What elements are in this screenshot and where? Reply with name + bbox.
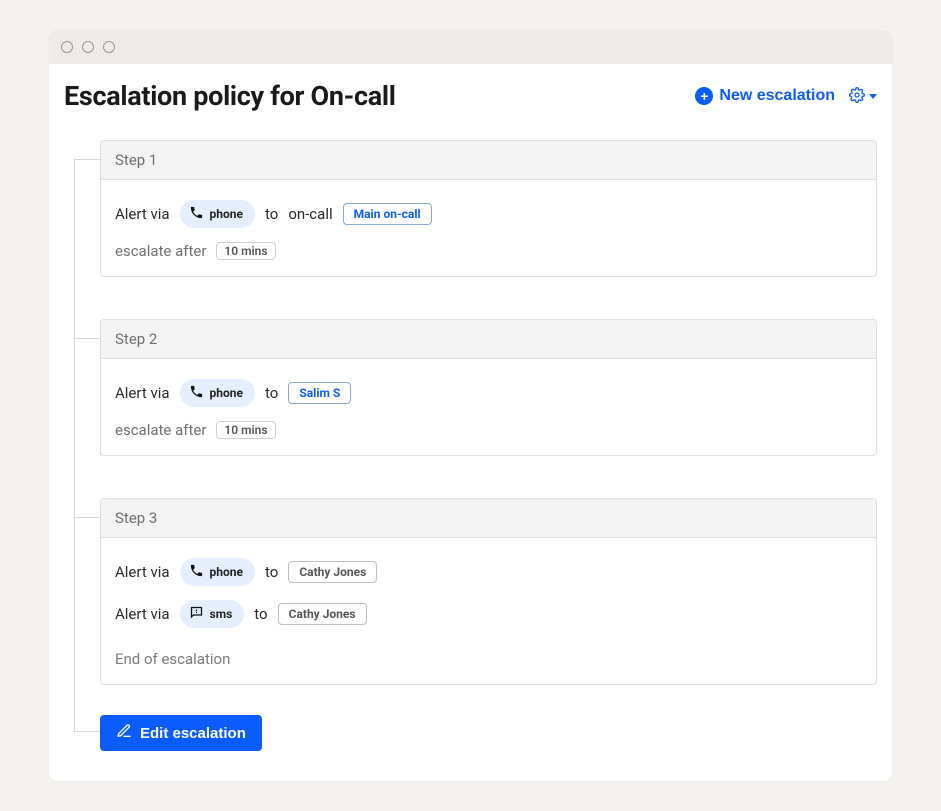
to-label: to [265,384,278,402]
channel-pill-phone: phone [180,379,255,407]
target-tag[interactable]: Cathy Jones [288,561,377,583]
alert-row: Alert via phone to on-call Main on-call [115,200,862,228]
phone-icon [189,563,204,581]
flow-spine [74,158,75,731]
edit-escalation-button[interactable]: Edit escalation [100,715,262,751]
channel-label: phone [210,386,243,400]
step-title: Step 3 [101,499,876,538]
window-control-maximize[interactable] [103,41,115,53]
sms-icon [189,605,204,623]
escalate-row: escalate after 10 mins [115,421,862,439]
plus-icon: + [695,87,713,105]
escalate-after-value: 10 mins [216,421,275,439]
page-title: Escalation policy for On-call [64,80,396,112]
channel-pill-sms: sms [180,600,245,628]
alert-row: Alert via phone to Cathy Jones [115,558,862,586]
channel-label: sms [210,607,233,621]
alert-via-label: Alert via [115,605,170,623]
target-tag[interactable]: Main on-call [343,203,432,225]
to-label: to [265,563,278,581]
chevron-down-icon [869,94,877,99]
new-escalation-button[interactable]: + New escalation [695,87,835,105]
step-title: Step 1 [101,141,876,180]
settings-dropdown[interactable] [849,87,877,106]
window-control-close[interactable] [61,41,73,53]
channel-pill-phone: phone [180,558,255,586]
app-window: Escalation policy for On-call + New esca… [49,30,892,781]
step-body: Alert via phone to on-call Main on-call … [101,180,876,276]
escalation-flow: Step 1 Alert via phone to on-call Main o… [64,140,877,751]
step-body: Alert via phone to Cathy Jones Alert via [101,538,876,684]
escalate-after-label: escalate after [115,421,206,439]
channel-pill-phone: phone [180,200,255,228]
step-body: Alert via phone to Salim S escalate afte… [101,359,876,455]
target-tag[interactable]: Cathy Jones [278,603,367,625]
to-mode: on-call [288,205,332,223]
alert-via-label: Alert via [115,563,170,581]
step-card: Step 2 Alert via phone to Salim S [100,319,877,456]
channel-label: phone [210,207,243,221]
to-label: to [254,605,267,623]
alert-row: Alert via sms to Cathy Jones [115,600,862,628]
step-title: Step 2 [101,320,876,359]
new-escalation-label: New escalation [719,87,835,105]
page-header: Escalation policy for On-call + New esca… [64,80,877,112]
escalate-row: escalate after 10 mins [115,242,862,260]
channel-label: phone [210,565,243,579]
edit-row: Edit escalation [100,715,877,751]
target-tag[interactable]: Salim S [288,382,351,404]
phone-icon [189,205,204,223]
alert-via-label: Alert via [115,384,170,402]
alert-via-label: Alert via [115,205,170,223]
to-label: to [265,205,278,223]
window-titlebar [49,30,892,64]
gear-icon [849,87,865,106]
escalate-after-value: 10 mins [216,242,275,260]
pencil-icon [116,723,132,743]
header-actions: + New escalation [695,87,877,106]
end-of-escalation: End of escalation [115,642,862,668]
window-control-minimize[interactable] [82,41,94,53]
content-area: Escalation policy for On-call + New esca… [49,64,892,781]
step-card: Step 3 Alert via phone to Cathy Jones [100,498,877,685]
edit-escalation-label: Edit escalation [140,725,246,742]
phone-icon [189,384,204,402]
alert-row: Alert via phone to Salim S [115,379,862,407]
step-card: Step 1 Alert via phone to on-call Main o… [100,140,877,277]
escalate-after-label: escalate after [115,242,206,260]
